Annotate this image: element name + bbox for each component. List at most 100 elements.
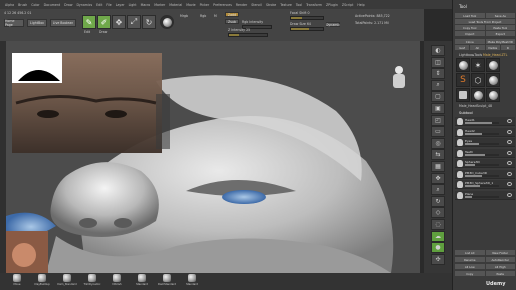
brush-hpolish[interactable]: hPolish <box>110 274 124 290</box>
brush-trimdynamic[interactable]: TrimDynamic <box>84 274 100 290</box>
subtool-opacity-bar[interactable] <box>465 122 499 124</box>
shelf-solo-button[interactable]: ● <box>431 242 445 254</box>
edit-icon[interactable]: ✎ <box>82 15 96 29</box>
subtool-row[interactable]: Eyes <box>455 138 515 147</box>
subtool-row[interactable]: PM3D_Sphere3D_1 <box>455 180 515 189</box>
tool-thumb-8[interactable] <box>471 88 485 102</box>
import-button[interactable]: Import <box>455 31 485 36</box>
home-page-button[interactable]: Home Page <box>4 19 24 27</box>
tool-thumb-5[interactable]: ⬡ <box>471 73 485 87</box>
shelf-aahalf-button[interactable]: ▣ <box>431 103 445 114</box>
draw-size-slider[interactable] <box>290 27 324 31</box>
subtool-row[interactable]: Head2 <box>455 127 515 137</box>
all-low-button[interactable]: All Low <box>455 264 485 269</box>
copy-button[interactable]: Copy <box>455 271 485 276</box>
menu-item-picker[interactable]: Picker <box>200 3 210 7</box>
auto-reorder-button[interactable]: AutoReorder <box>485 257 515 262</box>
visibility-eye-icon[interactable] <box>507 129 512 134</box>
brush-dam-standard[interactable]: Dam_Standard <box>57 274 77 290</box>
r-button[interactable]: R <box>500 45 515 50</box>
menu-item-marker[interactable]: Marker <box>154 3 165 7</box>
shelf-actual-button[interactable]: ▢ <box>431 91 445 103</box>
subtool-opacity-bar[interactable] <box>465 174 499 177</box>
menu-item-texture[interactable]: Texture <box>280 3 292 7</box>
brush-standard[interactable]: Standard <box>185 274 199 290</box>
brush-move[interactable]: Move <box>10 274 24 290</box>
load-tool-button[interactable]: Load Tool <box>455 13 485 18</box>
subtool-row[interactable]: Head1 <box>455 117 515 126</box>
visibility-eye-icon[interactable] <box>507 119 512 123</box>
focal-shift-slider[interactable] <box>290 16 324 20</box>
all-high-button[interactable]: All High <box>485 264 515 269</box>
tool-thumb-3[interactable] <box>486 58 500 72</box>
subtool-row[interactable]: PM3D_Cube3D <box>455 169 515 179</box>
menu-item-stencil[interactable]: Stencil <box>251 3 262 7</box>
menu-item-macro[interactable]: Macro <box>141 3 151 7</box>
load-from-project-button[interactable]: Load Tools From Project <box>455 19 515 24</box>
subtool-row[interactable]: Sphere3D <box>455 159 515 168</box>
lightbox-button[interactable]: LightBox <box>27 19 47 27</box>
shelf-xpose-button[interactable]: ✣ <box>431 253 445 265</box>
subtool-opacity-bar[interactable] <box>465 164 499 166</box>
shelf-floor-button[interactable]: ▭ <box>431 126 445 138</box>
menu-item-alpha[interactable]: Alpha <box>5 3 14 7</box>
rename-button[interactable]: Rename <box>455 257 485 262</box>
move-icon[interactable]: ✥ <box>112 15 126 29</box>
menu-item-render[interactable]: Render <box>236 3 247 7</box>
subtool-opacity-bar[interactable] <box>465 143 499 145</box>
shelf-move-button[interactable]: ✥ <box>431 172 445 184</box>
list-all-button[interactable]: List All <box>455 250 485 255</box>
subtool-row[interactable]: Teeth <box>455 148 515 158</box>
menu-item-movie[interactable]: Movie <box>186 3 195 7</box>
menu-item-zscript[interactable]: ZScript <box>342 3 353 7</box>
rgb-toggle[interactable]: Rgb <box>200 14 206 18</box>
z-intensity-slider[interactable] <box>228 33 268 37</box>
draw-icon[interactable]: ✐ <box>97 15 111 29</box>
m-toggle[interactable]: M <box>214 14 217 18</box>
shelf-spix-3-button[interactable]: ◫ <box>431 56 445 68</box>
make-polymesh-button[interactable]: Make PolyMesh3D <box>485 39 515 44</box>
brush-claybuildup[interactable]: ClayBuildup <box>34 274 50 290</box>
material-sphere-icon[interactable] <box>160 15 174 29</box>
brush-damstandard[interactable]: DamStandard <box>158 274 176 290</box>
dynamic-button[interactable]: Dynamic <box>326 22 340 27</box>
shelf-transp-button[interactable]: ◌ <box>431 219 445 230</box>
shelf-local-button[interactable]: ◎ <box>431 137 445 149</box>
zadd-button[interactable]: Zadd <box>225 12 239 17</box>
tool-thumb-7[interactable] <box>456 88 470 102</box>
clone-button[interactable]: Clone <box>455 39 485 44</box>
shelf-scroll-button[interactable]: ⇕ <box>431 68 445 80</box>
rotate-icon[interactable]: ↻ <box>142 15 156 29</box>
tool-thumb-1[interactable] <box>456 58 470 72</box>
subtool-opacity-bar[interactable] <box>465 153 499 156</box>
menu-item-tool[interactable]: Tool <box>296 3 302 7</box>
menu-item-light[interactable]: Light <box>129 3 137 7</box>
shelf-zoom-button[interactable]: ⌕ <box>431 79 445 91</box>
shelf-rotate-button[interactable]: ↻ <box>431 195 445 207</box>
goz-button[interactable]: GoZ <box>455 45 470 50</box>
menu-item-document[interactable]: Document <box>44 3 61 7</box>
visibility-eye-icon[interactable] <box>507 140 512 144</box>
tool-thumb-4[interactable]: S <box>456 73 470 87</box>
visibility-eye-icon[interactable] <box>507 192 512 197</box>
live-boolean-button[interactable]: Live Boolean <box>50 19 76 27</box>
menu-item-stroke[interactable]: Stroke <box>266 3 276 7</box>
visible-button[interactable]: Visible <box>485 45 500 50</box>
menu-item-preferences[interactable]: Preferences <box>213 3 232 7</box>
export-button[interactable]: Export <box>485 31 515 36</box>
paste-button[interactable]: Paste <box>485 271 515 276</box>
subtool-opacity-bar[interactable] <box>465 132 499 135</box>
brush-standard[interactable]: Standard <box>135 274 149 290</box>
menu-item-color[interactable]: Color <box>31 3 39 7</box>
mrgb-toggle[interactable]: Mrgb <box>180 14 188 18</box>
menu-item-dynamics[interactable]: Dynamics <box>76 3 92 7</box>
menu-item-file[interactable]: File <box>106 3 111 7</box>
subtool-row[interactable]: Plane <box>455 190 515 200</box>
scale-icon[interactable]: ⤢ <box>127 15 141 29</box>
menu-item-zplugin[interactable]: ZPlugin <box>326 3 338 7</box>
visibility-eye-icon[interactable] <box>507 150 512 155</box>
save-as-button[interactable]: Save As <box>485 13 515 18</box>
new-folder-button[interactable]: New Folder <box>485 250 515 255</box>
paste-tool-button[interactable]: Paste Tool <box>485 25 515 30</box>
subtool-opacity-bar[interactable] <box>465 185 499 187</box>
